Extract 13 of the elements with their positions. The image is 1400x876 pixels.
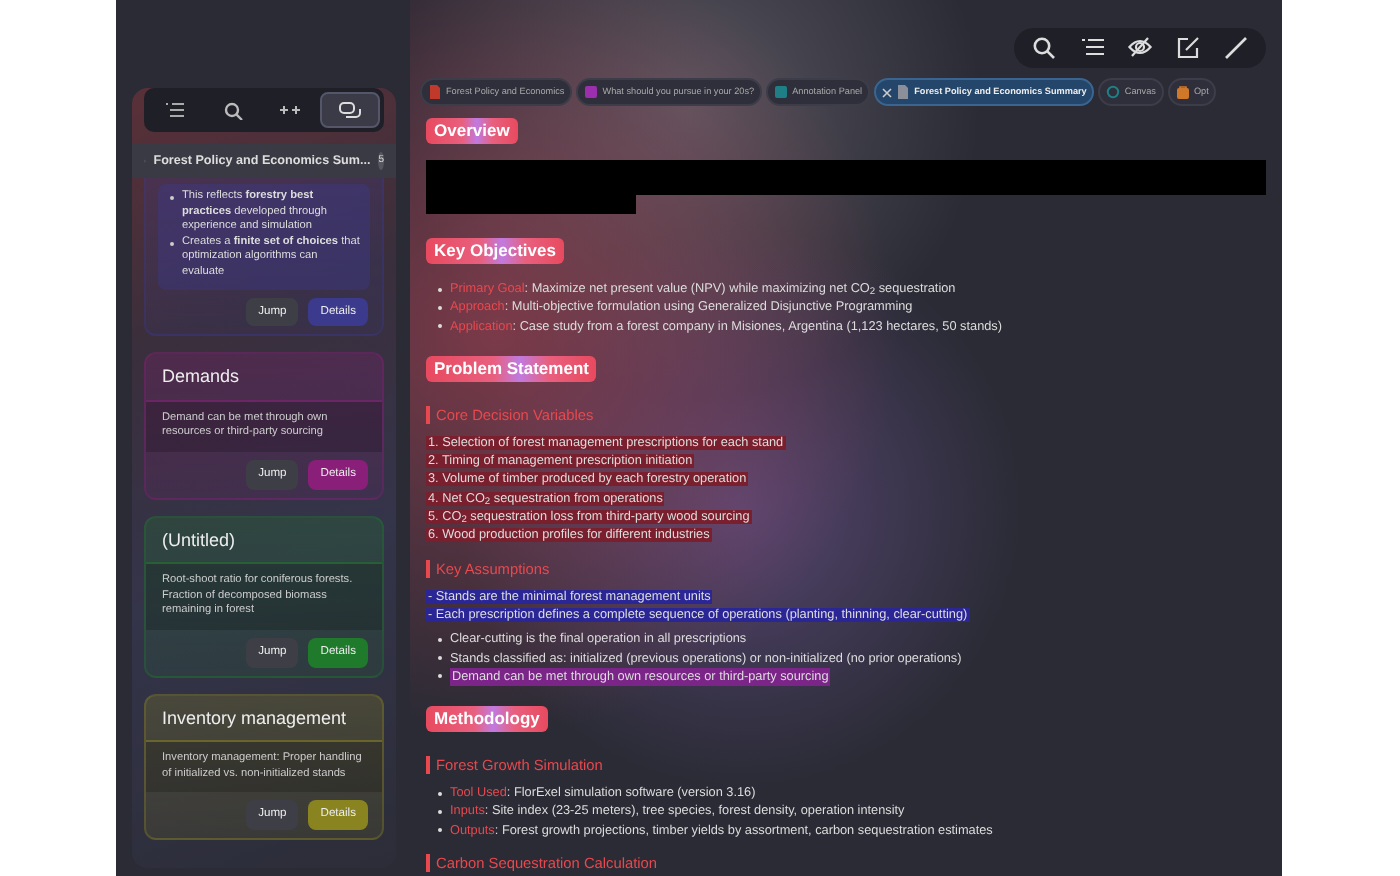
search-icon[interactable] <box>1032 36 1056 60</box>
close-icon <box>882 87 893 97</box>
card-title: Demands <box>146 354 382 402</box>
eye-icon[interactable] <box>1128 36 1152 60</box>
list-icon[interactable] <box>1080 36 1104 60</box>
chat-icon <box>337 99 362 120</box>
card-title: Inventory management <box>146 695 382 743</box>
pencil-icon[interactable] <box>1224 36 1248 60</box>
tool-tab[interactable] <box>319 92 380 128</box>
edit-icon[interactable] <box>1176 36 1200 60</box>
outline-icon <box>164 99 189 120</box>
search-icon <box>221 99 246 120</box>
card-title: (Untitled) <box>146 517 382 565</box>
